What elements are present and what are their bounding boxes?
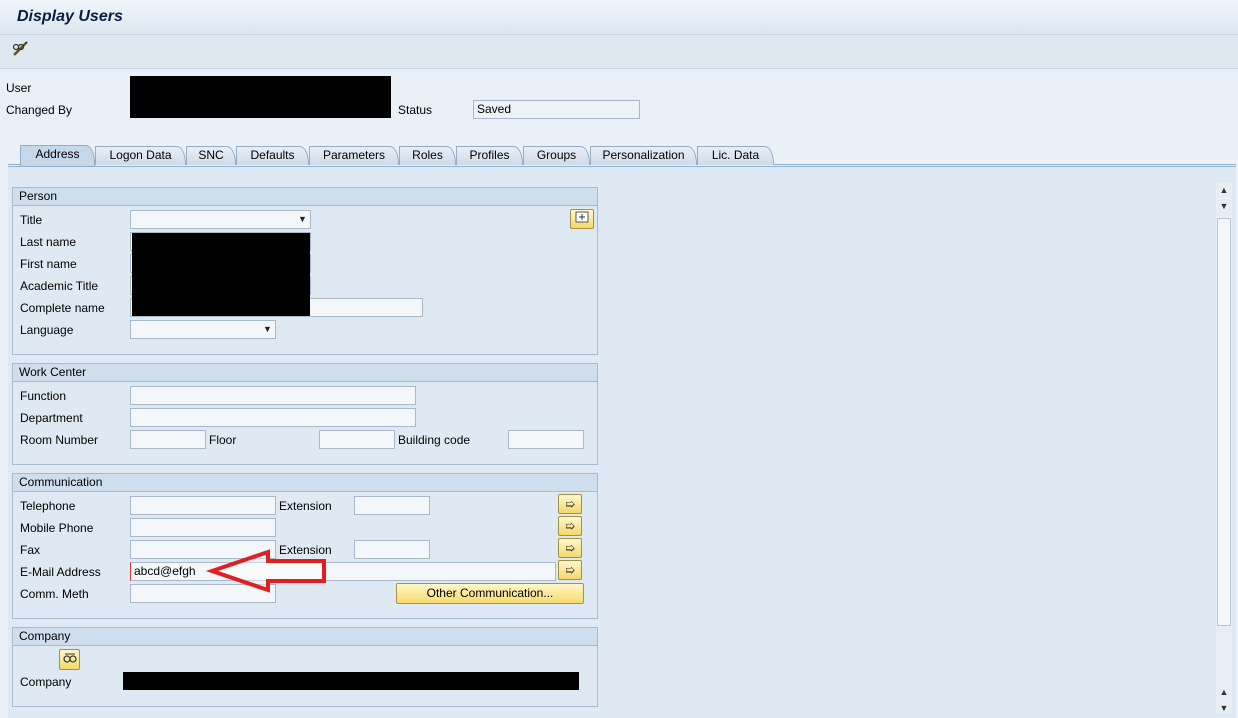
status-label: Status xyxy=(398,103,433,117)
telephone-more-icon[interactable]: ➯ xyxy=(558,494,582,514)
room-number-field[interactable] xyxy=(130,430,206,449)
extension-label: Extension xyxy=(279,499,332,513)
mobile-more-icon[interactable]: ➯ xyxy=(558,516,582,536)
title-dropdown[interactable] xyxy=(130,210,311,229)
last-name-label: Last name xyxy=(20,235,77,249)
tab-parameters[interactable]: Parameters xyxy=(309,146,399,165)
tab-logon-data[interactable]: Logon Data xyxy=(95,146,186,165)
complete-name-label: Complete name xyxy=(20,301,105,315)
communication-heading: Communication xyxy=(13,474,597,492)
mobile-phone-label: Mobile Phone xyxy=(20,521,94,535)
scroll-page-up-icon[interactable]: ▲ xyxy=(1218,687,1230,699)
tab-profiles[interactable]: Profiles xyxy=(456,146,523,165)
pencil-glasses-icon[interactable] xyxy=(10,40,32,60)
academic-title-label: Academic Title xyxy=(20,279,99,293)
scroll-down-icon[interactable]: ▼ xyxy=(1218,201,1230,213)
email-address-field[interactable]: abcd@efgh xyxy=(130,562,556,581)
person-heading: Person xyxy=(13,188,597,206)
company-select-icon[interactable] xyxy=(59,649,80,670)
language-label: Language xyxy=(20,323,74,337)
telephone-field[interactable] xyxy=(130,496,276,515)
fax-more-icon[interactable]: ➯ xyxy=(558,538,582,558)
tab-roles[interactable]: Roles xyxy=(399,146,456,165)
tab-defaults[interactable]: Defaults xyxy=(236,146,309,165)
department-label: Department xyxy=(20,411,83,425)
user-label: User xyxy=(6,81,32,95)
tab-personalization[interactable]: Personalization xyxy=(590,146,697,165)
chevron-down-icon[interactable]: ▼ xyxy=(263,324,272,334)
work-center-heading: Work Center xyxy=(13,364,597,382)
company-group: Company xyxy=(12,627,598,707)
annotation-arrow-icon xyxy=(205,549,326,593)
application-toolbar xyxy=(0,35,1238,69)
room-number-label: Room Number xyxy=(20,433,99,447)
redacted-user-block xyxy=(130,76,391,118)
status-field[interactable]: Saved xyxy=(473,100,640,119)
telephone-label: Telephone xyxy=(20,499,76,513)
scrollbar-thumb[interactable] xyxy=(1217,218,1231,626)
floor-label: Floor xyxy=(209,433,237,447)
extension-field[interactable] xyxy=(354,496,430,515)
redacted-company-block xyxy=(123,672,579,690)
first-name-label: First name xyxy=(20,257,77,271)
comm-meth-label: Comm. Meth xyxy=(20,587,89,601)
window-title: Display Users xyxy=(17,8,123,25)
floor-field[interactable] xyxy=(319,430,395,449)
email-address-label: E-Mail Address xyxy=(20,565,101,579)
company-heading: Company xyxy=(13,628,597,646)
expand-details-icon[interactable] xyxy=(570,209,594,229)
language-dropdown[interactable] xyxy=(130,320,276,339)
tab-lic-data[interactable]: Lic. Data xyxy=(697,146,774,165)
scroll-page-down-icon[interactable]: ▼ xyxy=(1218,703,1230,715)
scroll-up-icon[interactable]: ▲ xyxy=(1218,185,1230,197)
fax-label: Fax xyxy=(20,543,41,557)
building-code-field[interactable] xyxy=(508,430,584,449)
function-label: Function xyxy=(20,389,67,403)
email-more-icon[interactable]: ➯ xyxy=(558,560,582,580)
changed-by-label: Changed By xyxy=(6,103,73,117)
title-label: Title xyxy=(20,213,43,227)
tab-groups[interactable]: Groups xyxy=(523,146,590,165)
building-code-label: Building code xyxy=(398,433,471,447)
tab-address[interactable]: Address xyxy=(20,145,95,166)
mobile-phone-field[interactable] xyxy=(130,518,276,537)
fax-extension-field[interactable] xyxy=(354,540,430,559)
tab-snc[interactable]: SNC xyxy=(186,146,236,165)
other-communication-button[interactable]: Other Communication... xyxy=(396,583,584,604)
function-field[interactable] xyxy=(130,386,416,405)
company-label: Company xyxy=(20,675,72,689)
department-field[interactable] xyxy=(130,408,416,427)
redacted-name-block xyxy=(132,233,310,316)
chevron-down-icon[interactable]: ▼ xyxy=(298,214,307,224)
title-bar xyxy=(0,0,1238,35)
